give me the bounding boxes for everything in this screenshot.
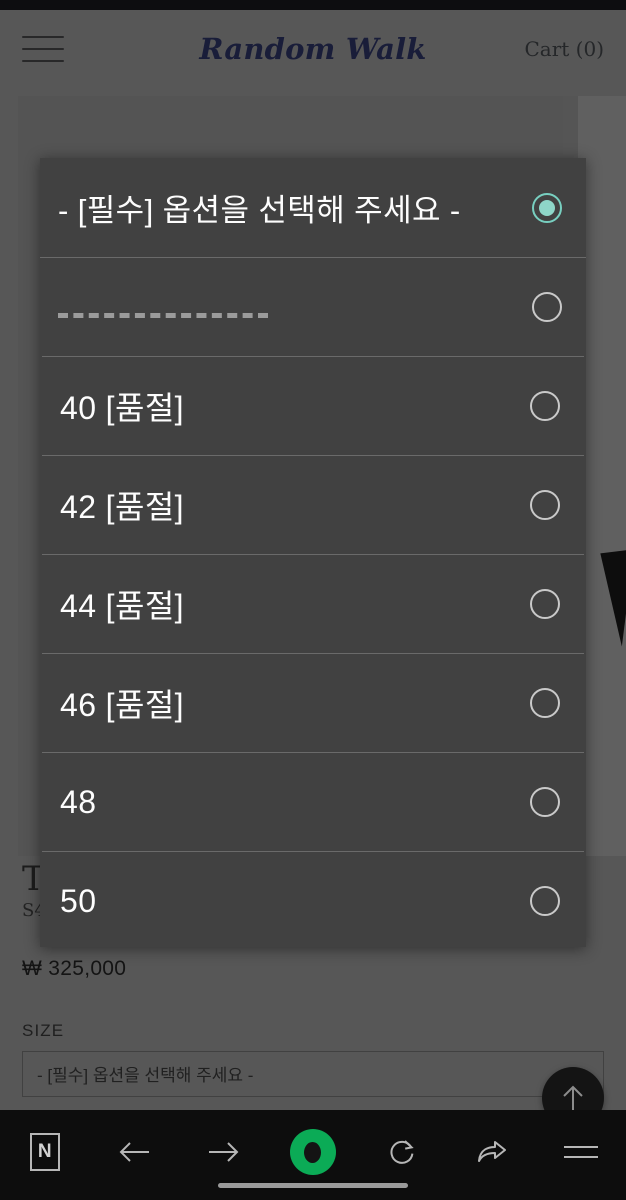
browser-bottom-bar: N — [0, 1110, 626, 1200]
option-label: 40 [품절] — [60, 390, 184, 426]
device-screen: Random Walk Cart (0) T S4 ₩ 325,000 SIZE… — [0, 0, 626, 1200]
hamburger-icon[interactable] — [22, 36, 64, 62]
naver-logo-icon: N — [29, 1133, 60, 1171]
product-price: ₩ 325,000 — [22, 956, 127, 980]
option-row-44[interactable]: 44 [품절] — [42, 554, 584, 653]
share-icon — [477, 1141, 506, 1162]
home-indicator — [218, 1183, 408, 1188]
refresh-icon — [390, 1140, 415, 1164]
size-select-value: - [필수] 옵션을 선택해 주세요 - — [37, 1066, 254, 1086]
option-row-46[interactable]: 46 [품절] — [42, 653, 584, 752]
option-label: - [필수] 옵션을 선택해 주세요 - — [58, 193, 461, 228]
forward-arrow-icon — [208, 1142, 238, 1162]
arrow-up-icon — [563, 1085, 583, 1110]
cart-link[interactable]: Cart (0) — [524, 37, 604, 61]
back-arrow-icon — [119, 1142, 150, 1162]
size-option-list[interactable]: - [필수] 옵션을 선택해 주세요 - 40 [품절] 42 [품절] 44 … — [40, 158, 586, 947]
naver-home-button[interactable]: N — [14, 1126, 76, 1178]
option-row-50[interactable]: 50 — [42, 851, 584, 947]
radio-button-selected[interactable] — [532, 192, 562, 223]
browser-menu-button[interactable] — [550, 1126, 612, 1178]
radio-button[interactable] — [530, 688, 560, 718]
option-divider-dashes — [58, 289, 268, 326]
status-bar — [0, 0, 626, 10]
size-option-label: SIZE — [22, 1020, 65, 1040]
option-row-divider[interactable] — [40, 257, 586, 356]
site-header: Random Walk Cart (0) — [0, 10, 626, 88]
option-label: 50 — [60, 882, 97, 919]
radio-button[interactable] — [530, 391, 560, 421]
option-row-placeholder[interactable]: - [필수] 옵션을 선택해 주세요 - — [40, 158, 586, 257]
site-brand-title[interactable]: Random Walk — [199, 32, 426, 66]
radio-button[interactable] — [532, 292, 562, 322]
home-button[interactable] — [282, 1126, 344, 1178]
refresh-button[interactable] — [371, 1126, 433, 1178]
forward-button[interactable] — [193, 1126, 255, 1178]
back-button[interactable] — [103, 1126, 165, 1178]
option-row-40[interactable]: 40 [품절] — [42, 356, 584, 455]
size-select[interactable]: - [필수] 옵션을 선택해 주세요 - ▼ — [22, 1050, 604, 1097]
radio-button[interactable] — [530, 490, 560, 520]
option-label: 48 — [60, 783, 97, 820]
share-button[interactable] — [461, 1126, 523, 1178]
option-row-42[interactable]: 42 [품절] — [42, 455, 584, 554]
radio-button[interactable] — [530, 787, 560, 817]
home-icon — [289, 1129, 336, 1175]
option-label: 46 [품절] — [60, 687, 184, 723]
menu-icon — [564, 1146, 599, 1158]
radio-button[interactable] — [530, 886, 560, 916]
option-label: 44 [품절] — [60, 588, 184, 624]
option-row-48[interactable]: 48 — [42, 752, 584, 851]
radio-button[interactable] — [530, 589, 560, 619]
option-label: 42 [품절] — [60, 489, 184, 525]
size-select-dialog[interactable]: - [필수] 옵션을 선택해 주세요 - 40 [품절] 42 [품절] 44 … — [40, 158, 586, 947]
